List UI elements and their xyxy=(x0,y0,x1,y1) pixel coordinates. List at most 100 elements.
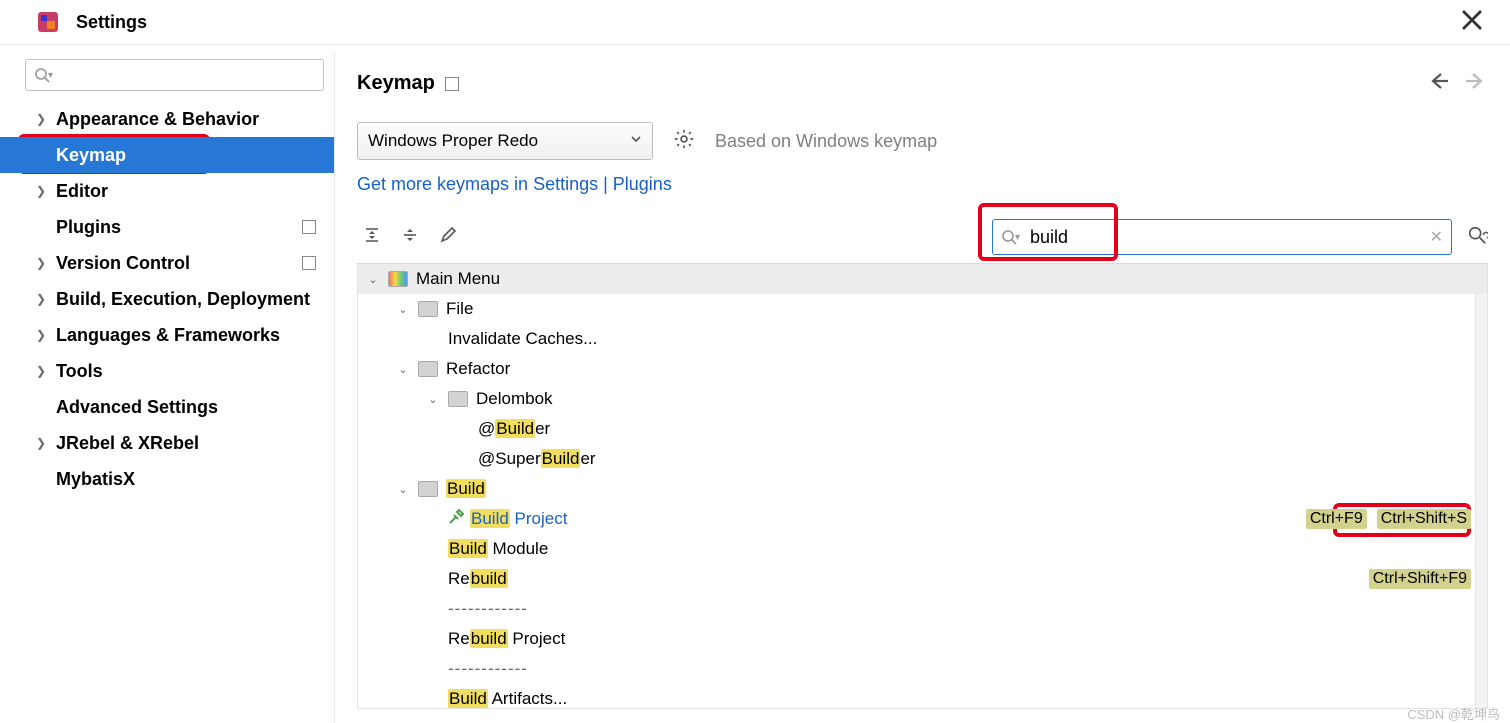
get-more-keymaps-link[interactable]: Get more keymaps in Settings | Plugins xyxy=(357,174,672,194)
tree-label: Delombok xyxy=(476,389,553,409)
watermark: CSDN @乾坤鸟 xyxy=(1407,704,1500,723)
page-title-badge-icon xyxy=(445,77,459,91)
action-tree[interactable]: ⌄ Main Menu ⌄ File Invalidate Caches... ⌄Refa… xyxy=(357,263,1488,709)
folder-icon xyxy=(418,301,438,317)
tree-label: Rebuild Project xyxy=(448,629,565,649)
close-icon[interactable] xyxy=(1452,4,1492,41)
chevron-right-icon: ❯ xyxy=(34,436,48,450)
chevron-down-icon: ⌄ xyxy=(426,393,440,406)
keymap-scheme-selected: Windows Proper Redo xyxy=(368,131,538,151)
folder-icon xyxy=(388,271,408,287)
tree-label: Main Menu xyxy=(416,269,500,289)
tree-label: Build xyxy=(446,479,486,499)
sidebar-item-label: Editor xyxy=(56,181,108,202)
settings-content: Keymap Windows Proper Redo Based on xyxy=(335,51,1510,723)
settings-badge-icon xyxy=(302,220,316,234)
tree-action[interactable]: Rebuild Project xyxy=(358,624,1487,654)
sidebar-item-advanced-settings[interactable]: Advanced Settings xyxy=(0,389,334,425)
page-title: Keymap xyxy=(357,72,435,95)
edit-icon[interactable] xyxy=(439,226,457,249)
hammer-icon xyxy=(448,509,464,530)
expand-all-icon[interactable] xyxy=(363,226,381,249)
settings-sidebar: ▾ ❯ Appearance & Behavior Keymap ❯ Editor Plu… xyxy=(0,51,335,723)
shortcut-list: Ctrl+Shift+F9 xyxy=(1369,569,1471,589)
chevron-right-icon: ❯ xyxy=(34,184,48,198)
shortcut: Ctrl+F9 xyxy=(1306,509,1367,529)
tree-action[interactable]: Rebuild Ctrl+Shift+F9 xyxy=(358,564,1487,594)
sidebar-item-label: Plugins xyxy=(56,217,121,238)
tree-separator: ------------ xyxy=(358,594,1487,624)
action-search-input[interactable] xyxy=(1028,226,1424,249)
sidebar-item-label: Keymap xyxy=(56,145,126,166)
sidebar-item-appearance-behavior[interactable]: ❯ Appearance & Behavior xyxy=(0,101,334,137)
chevron-down-icon: ⌄ xyxy=(396,303,410,316)
chevron-down-icon: ⌄ xyxy=(366,273,380,286)
tree-action[interactable]: Build Project Ctrl+F9Ctrl+Shift+S xyxy=(358,504,1487,534)
chevron-right-icon: ❯ xyxy=(34,112,48,126)
action-search[interactable]: ▾ ✕ xyxy=(992,219,1452,255)
sidebar-item-mybatisx[interactable]: MybatisX xyxy=(0,461,334,497)
tree-label: @SuperBuilder xyxy=(478,449,596,469)
tree-build[interactable]: ⌄ Build xyxy=(358,474,1487,504)
tree-label: Build Project xyxy=(470,509,567,529)
tree-label: Build Module xyxy=(448,539,548,559)
folder-icon xyxy=(418,481,438,497)
chevron-right-icon: ❯ xyxy=(34,256,48,270)
nav-forward-icon xyxy=(1464,69,1488,98)
sidebar-item-build-execution-deployment[interactable]: ❯ Build, Execution, Deployment xyxy=(0,281,334,317)
sidebar-item-jrebel-xrebel[interactable]: ❯ JRebel & XRebel xyxy=(0,425,334,461)
chevron-down-icon xyxy=(630,132,642,150)
sidebar-item-label: Advanced Settings xyxy=(56,397,218,418)
chevron-down-icon: ⌄ xyxy=(396,363,410,376)
collapse-all-icon[interactable] xyxy=(401,226,419,249)
folder-icon xyxy=(448,391,468,407)
sidebar-item-tools[interactable]: ❯ Tools xyxy=(0,353,334,389)
titlebar-divider xyxy=(0,44,1510,45)
tree-action[interactable]: Build Module xyxy=(358,534,1487,564)
folder-icon xyxy=(418,361,438,377)
sidebar-item-label: Tools xyxy=(56,361,103,382)
tree-delombok[interactable]: ⌄ Delombok xyxy=(358,384,1487,414)
tree-file[interactable]: ⌄ File xyxy=(358,294,1487,324)
sidebar-item-label: Version Control xyxy=(56,253,190,274)
sidebar-item-plugins[interactable]: Plugins xyxy=(0,209,334,245)
gear-icon[interactable] xyxy=(673,128,695,155)
sidebar-item-label: JRebel & XRebel xyxy=(56,433,199,454)
tree-action[interactable]: @Builder xyxy=(358,414,1487,444)
tree-separator: ------------ xyxy=(358,654,1487,684)
sidebar-item-editor[interactable]: ❯ Editor xyxy=(0,173,334,209)
shortcut-list: Ctrl+F9Ctrl+Shift+S xyxy=(1306,509,1471,529)
shortcut: Ctrl+Shift+F9 xyxy=(1369,569,1471,589)
titlebar: Settings xyxy=(0,0,1510,44)
tree-label: Invalidate Caches... xyxy=(448,329,597,349)
sidebar-search[interactable]: ▾ xyxy=(25,59,324,91)
keymap-scheme-select[interactable]: Windows Proper Redo xyxy=(357,122,653,160)
find-by-shortcut-icon[interactable] xyxy=(1466,224,1488,251)
chevron-right-icon: ❯ xyxy=(34,328,48,342)
chevron-down-icon: ⌄ xyxy=(396,483,410,496)
tree-label: File xyxy=(446,299,473,319)
tree-label: Build Artifacts... xyxy=(448,689,567,709)
app-icon xyxy=(36,10,60,34)
sidebar-item-label: Appearance & Behavior xyxy=(56,109,259,130)
tree-label: Rebuild xyxy=(448,569,508,589)
tree-action[interactable]: Build Artifacts... xyxy=(358,684,1487,709)
nav-back-icon[interactable] xyxy=(1426,69,1450,98)
tree-refactor[interactable]: ⌄Refactor xyxy=(358,354,1487,384)
tree-action-invalidate-caches[interactable]: Invalidate Caches... xyxy=(358,324,1487,354)
sidebar-item-version-control[interactable]: ❯ Version Control xyxy=(0,245,334,281)
sidebar-search-input[interactable] xyxy=(59,66,315,85)
tree-action[interactable]: @SuperBuilder xyxy=(358,444,1487,474)
chevron-right-icon: ❯ xyxy=(34,292,48,306)
settings-badge-icon xyxy=(302,256,316,270)
sidebar-item-keymap[interactable]: Keymap xyxy=(0,137,334,173)
sidebar-item-languages-frameworks[interactable]: ❯ Languages & Frameworks xyxy=(0,317,334,353)
based-on-label: Based on Windows keymap xyxy=(715,131,937,152)
chevron-right-icon: ❯ xyxy=(34,364,48,378)
tree-label: @Builder xyxy=(478,419,550,439)
sidebar-item-label: Languages & Frameworks xyxy=(56,325,280,346)
tree-root[interactable]: ⌄ Main Menu xyxy=(358,264,1487,294)
window-title: Settings xyxy=(76,12,147,33)
clear-search-icon[interactable]: ✕ xyxy=(1430,227,1443,247)
sidebar-item-label: Build, Execution, Deployment xyxy=(56,289,310,310)
